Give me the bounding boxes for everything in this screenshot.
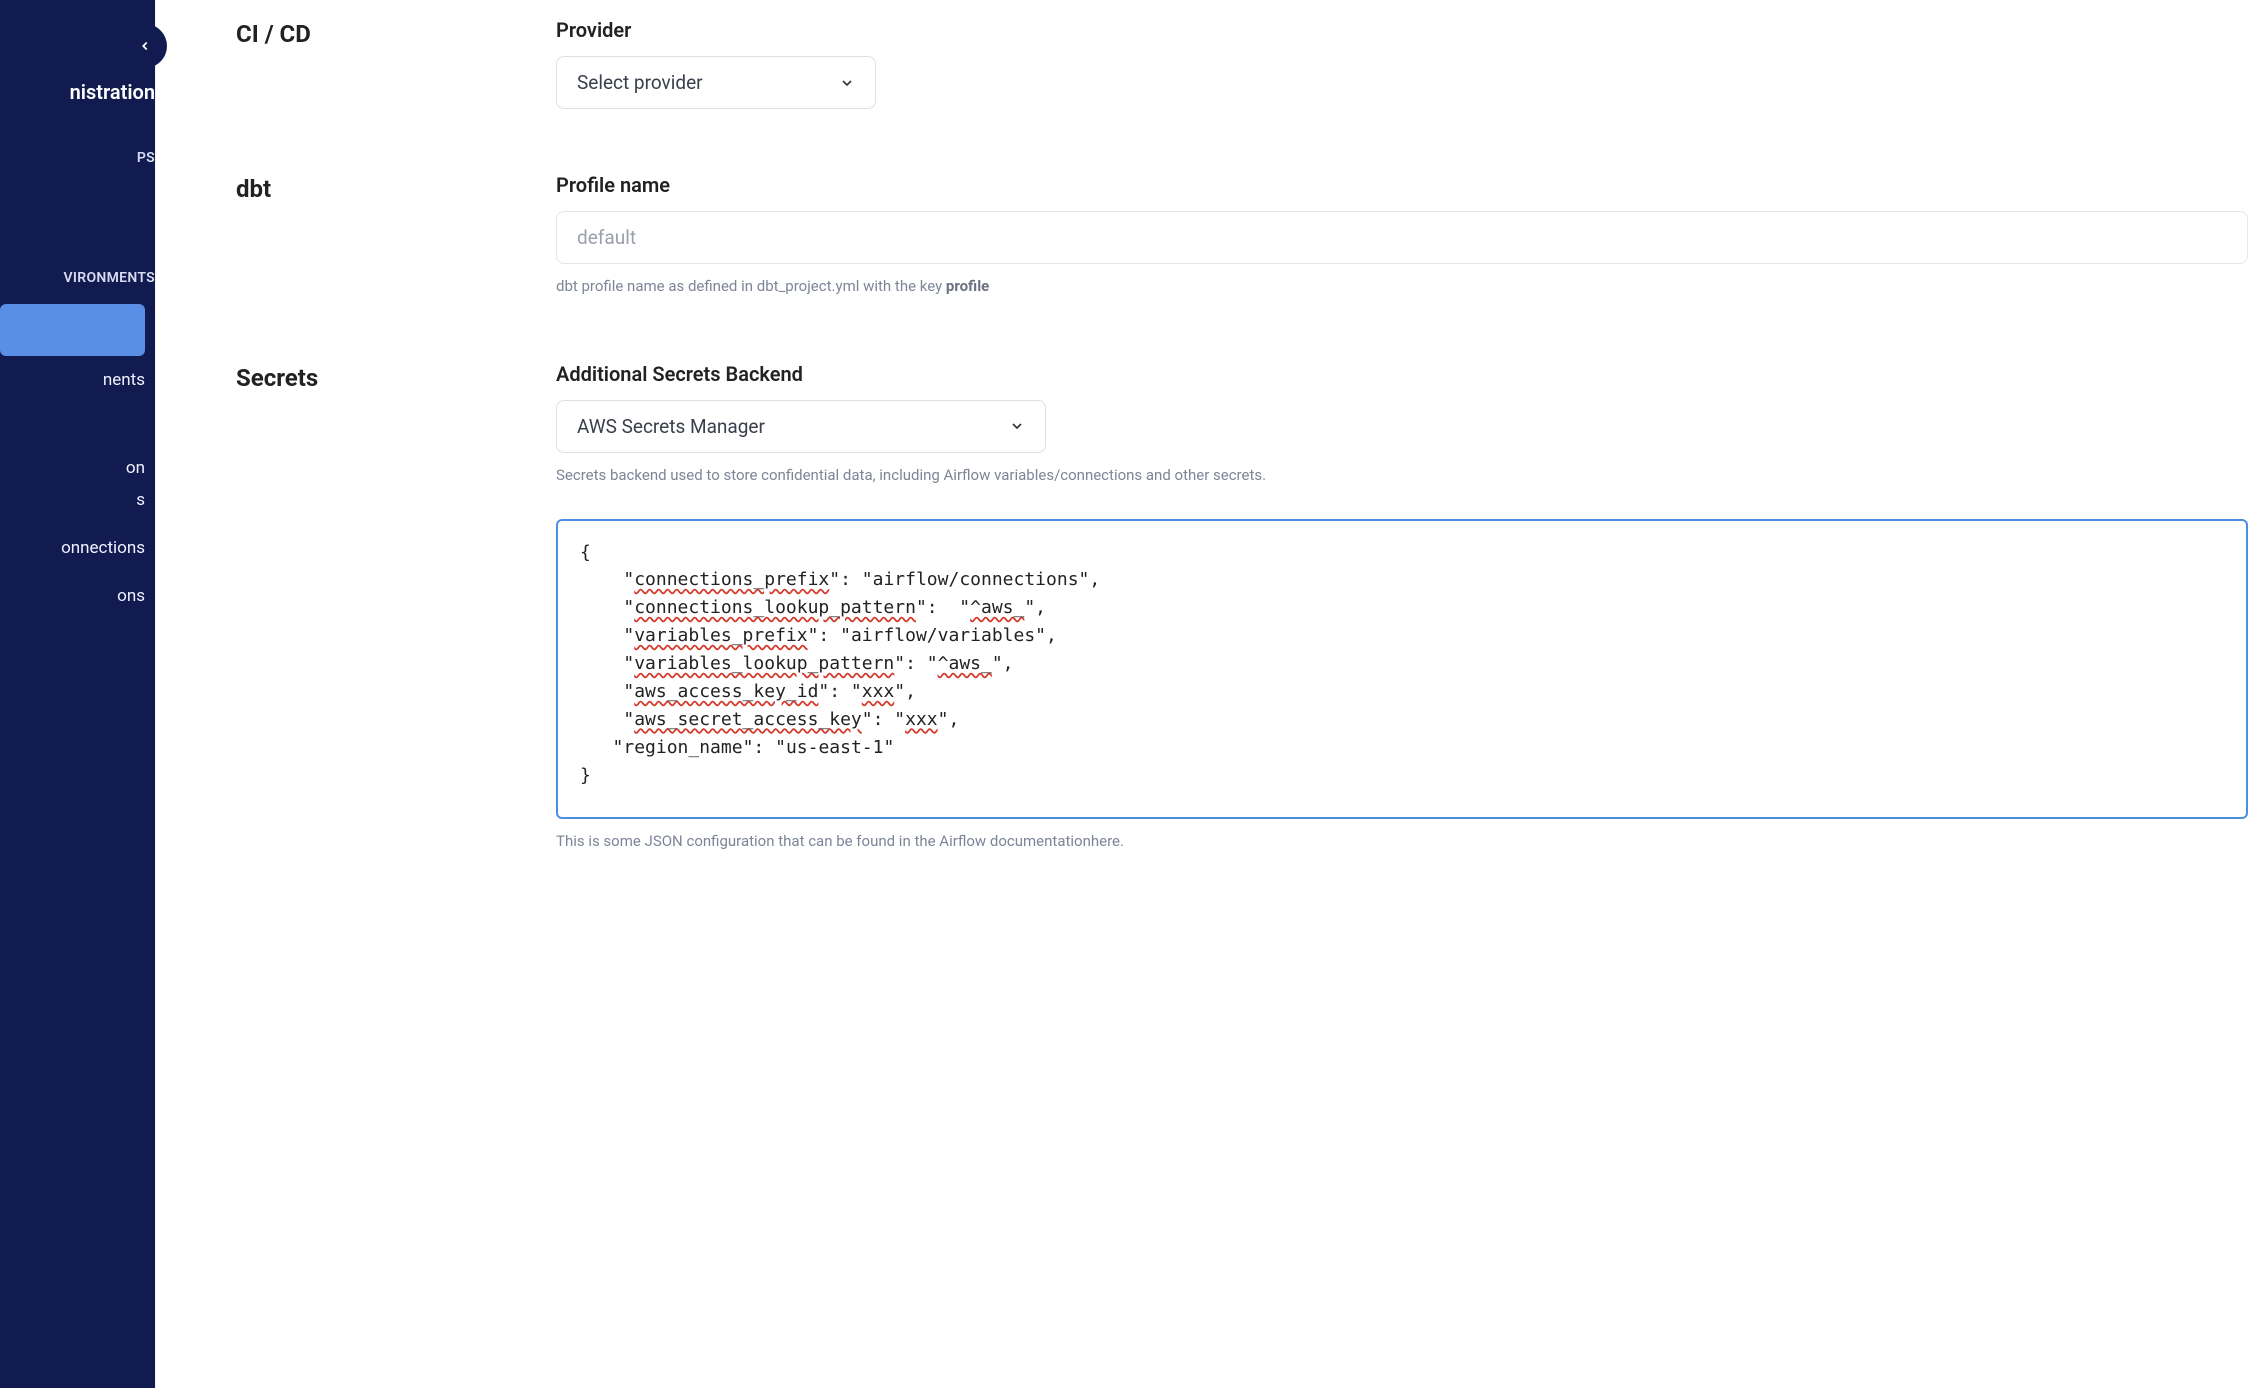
secrets-json-help: This is some JSON configuration that can… [556,831,2248,853]
sidebar-collapse-button[interactable] [123,24,167,68]
cicd-fields: Provider Select provider [556,18,2254,109]
sidebar: nistration PS VIRONMENTS nents on s onne… [0,0,155,1388]
chevron-down-icon [839,75,855,91]
sidebar-heading-administration: nistration [0,70,155,114]
main-content: CI / CD Provider Select provider dbt Pro… [155,0,2254,1388]
dbt-fields: Profile name default dbt profile name as… [556,173,2254,298]
secrets-backend-help: Secrets backend used to store confidenti… [556,465,2248,487]
secrets-json-textarea[interactable]: { "connections_prefix": "airflow/connect… [556,519,2248,819]
profile-name-help: dbt profile name as defined in dbt_proje… [556,276,2248,298]
section-label-secrets: Secrets [236,362,556,853]
profile-help-bold: profile [946,277,989,295]
sidebar-section-environments: VIRONMENTS [0,262,155,294]
profile-name-input[interactable]: default [556,211,2248,264]
sidebar-item-connections[interactable]: onnections [0,524,155,572]
provider-select[interactable]: Select provider [556,56,876,109]
sidebar-item-on[interactable]: on [0,452,155,484]
app-root: nistration PS VIRONMENTS nents on s onne… [0,0,2254,1388]
provider-label: Provider [556,18,2248,42]
secrets-backend-value: AWS Secrets Manager [577,415,765,438]
sidebar-item-active[interactable] [0,304,145,356]
provider-select-value: Select provider [577,71,703,94]
profile-name-label: Profile name [556,173,2248,197]
form-grid: CI / CD Provider Select provider dbt Pro… [156,18,2254,852]
sidebar-item-s[interactable]: s [0,484,155,516]
sidebar-section-apps: PS [0,142,155,174]
secrets-fields: Additional Secrets Backend AWS Secrets M… [556,362,2254,853]
secrets-backend-select[interactable]: AWS Secrets Manager [556,400,1046,453]
chevron-left-icon [138,39,152,53]
secrets-backend-label: Additional Secrets Backend [556,362,2248,386]
section-label-cicd: CI / CD [236,18,556,109]
sidebar-item-ons[interactable]: ons [0,572,155,620]
profile-help-text: dbt profile name as defined in dbt_proje… [556,277,946,295]
chevron-down-icon [1009,418,1025,434]
section-label-dbt: dbt [236,173,556,298]
sidebar-item-environments[interactable]: nents [0,356,155,404]
